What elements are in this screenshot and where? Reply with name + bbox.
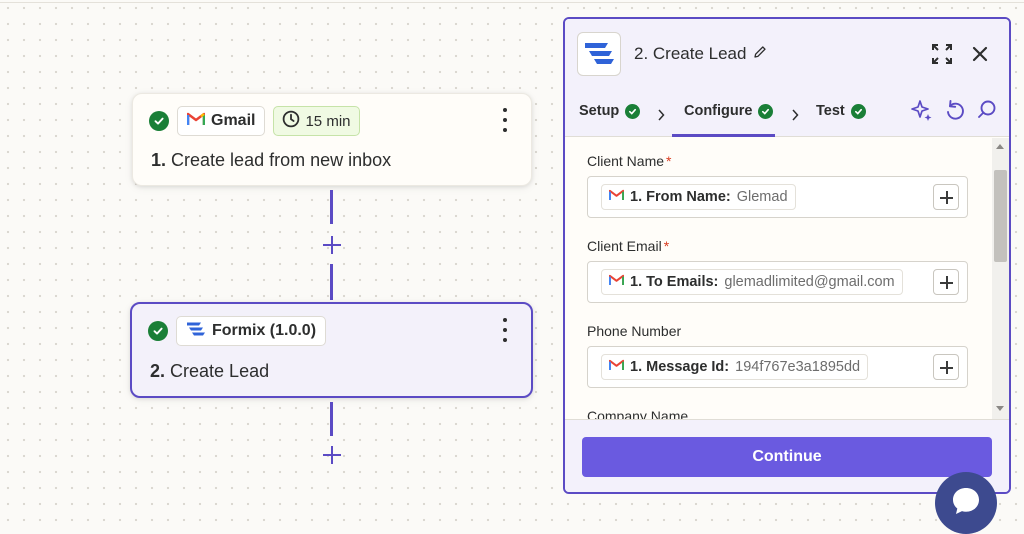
check-circle-icon bbox=[148, 321, 168, 341]
pill-value: Glemad bbox=[736, 189, 788, 205]
step-name: Create lead from new inbox bbox=[171, 150, 392, 170]
pill-value: glemadlimited@gmail.com bbox=[724, 274, 895, 290]
kebab-menu-icon[interactable] bbox=[501, 318, 509, 342]
gmail-icon bbox=[608, 274, 625, 290]
undo-icon[interactable] bbox=[945, 99, 965, 126]
gmail-icon bbox=[186, 112, 206, 131]
clock-icon bbox=[282, 110, 300, 132]
phone-number-field[interactable]: 1. Message Id: 194f767e3a1895dd bbox=[587, 346, 968, 388]
step-editor-panel: 2. Create Lead Setup Configure Test Clie… bbox=[563, 17, 1011, 494]
step-number: 2. bbox=[150, 361, 166, 381]
gmail-icon bbox=[608, 359, 625, 375]
form-scrollbar[interactable] bbox=[992, 138, 1009, 419]
scroll-up-icon[interactable] bbox=[996, 144, 1004, 149]
tab-label: Test bbox=[816, 103, 845, 119]
step-number: 1. bbox=[151, 150, 167, 170]
app-name: Formix (1.0.0) bbox=[212, 322, 317, 339]
pill-source: 1. To Emails: bbox=[630, 274, 719, 290]
mapped-value-pill[interactable]: 1. To Emails: glemadlimited@gmail.com bbox=[601, 269, 903, 295]
step-card-2[interactable]: Formix (1.0.0) 2. Create Lead bbox=[130, 302, 533, 398]
continue-button[interactable]: Continue bbox=[582, 437, 992, 477]
company-name-label: Company Name bbox=[587, 408, 688, 419]
sparkle-icon[interactable] bbox=[911, 99, 933, 126]
add-step-plus-icon[interactable] bbox=[321, 234, 343, 256]
required-marker: * bbox=[663, 238, 670, 254]
client-name-field[interactable]: 1. From Name: Glemad bbox=[587, 176, 968, 218]
kebab-menu-icon[interactable] bbox=[501, 108, 509, 132]
tab-configure[interactable]: Configure bbox=[684, 103, 774, 119]
app-chip-gmail[interactable]: Gmail bbox=[177, 106, 266, 136]
app-name: Gmail bbox=[211, 112, 256, 129]
tab-setup[interactable]: Setup bbox=[579, 103, 641, 119]
expand-icon[interactable] bbox=[931, 43, 953, 70]
formix-logo-icon bbox=[577, 32, 621, 76]
pill-source: 1. Message Id: bbox=[630, 359, 730, 375]
mapped-value-pill[interactable]: 1. Message Id: 194f767e3a1895dd bbox=[601, 354, 869, 380]
panel-header: 2. Create Lead bbox=[565, 19, 1009, 91]
pill-source: 1. From Name: bbox=[630, 189, 731, 205]
close-icon[interactable] bbox=[971, 45, 989, 68]
insert-data-plus-icon[interactable] bbox=[933, 354, 959, 380]
step-name: Create Lead bbox=[170, 361, 270, 381]
step-1-header: Gmail 15 min bbox=[149, 106, 360, 136]
scroll-thumb[interactable] bbox=[994, 170, 1007, 262]
scroll-down-icon[interactable] bbox=[996, 406, 1004, 411]
step-card-1[interactable]: Gmail 15 min 1. Create lead from new inb… bbox=[132, 93, 532, 186]
field-label-text: Client Email bbox=[587, 238, 662, 254]
delay-chip[interactable]: 15 min bbox=[273, 106, 360, 136]
step-2-title: 2. Create Lead bbox=[150, 361, 269, 382]
check-circle-icon bbox=[758, 103, 774, 119]
search-icon[interactable] bbox=[977, 99, 997, 126]
connector-line bbox=[330, 190, 333, 224]
check-circle-icon bbox=[850, 103, 866, 119]
client-email-field[interactable]: 1. To Emails: glemadlimited@gmail.com bbox=[587, 261, 968, 303]
panel-title-text: 2. Create Lead bbox=[634, 44, 747, 63]
formix-logo-icon bbox=[186, 321, 206, 342]
panel-title: 2. Create Lead bbox=[634, 44, 767, 64]
tab-test[interactable]: Test bbox=[816, 103, 866, 119]
phone-number-label: Phone Number bbox=[587, 323, 681, 339]
pill-value: 194f767e3a1895dd bbox=[735, 359, 861, 375]
insert-data-plus-icon[interactable] bbox=[933, 184, 959, 210]
step-1-title: 1. Create lead from new inbox bbox=[151, 150, 391, 171]
tab-label: Configure bbox=[684, 103, 753, 119]
pencil-icon[interactable] bbox=[753, 44, 767, 64]
top-divider bbox=[0, 2, 1024, 3]
field-label-text: Client Name bbox=[587, 153, 665, 169]
step-tabs: Setup Configure Test bbox=[565, 91, 1009, 137]
step-2-header: Formix (1.0.0) bbox=[148, 316, 327, 346]
required-marker: * bbox=[666, 153, 672, 169]
chat-support-button[interactable] bbox=[935, 472, 997, 534]
connector-line bbox=[330, 264, 333, 300]
check-circle-icon bbox=[625, 103, 641, 119]
connector-line bbox=[330, 402, 333, 436]
mapped-value-pill[interactable]: 1. From Name: Glemad bbox=[601, 184, 796, 210]
delay-value: 15 min bbox=[305, 112, 351, 130]
chat-icon bbox=[949, 484, 983, 523]
app-chip-formix[interactable]: Formix (1.0.0) bbox=[176, 316, 327, 346]
chevron-right-icon bbox=[791, 108, 799, 124]
configure-form: Client Name * 1. From Name: Glemad Client… bbox=[565, 138, 989, 419]
field-label-text: Company Name bbox=[587, 408, 689, 419]
chevron-right-icon bbox=[657, 108, 665, 124]
gmail-icon bbox=[608, 189, 625, 205]
client-email-label: Client Email * bbox=[587, 238, 669, 254]
add-step-plus-icon[interactable] bbox=[321, 444, 343, 466]
active-tab-indicator bbox=[672, 134, 775, 137]
tab-label: Setup bbox=[579, 103, 620, 119]
field-label-text: Phone Number bbox=[587, 323, 682, 339]
check-circle-icon bbox=[149, 111, 169, 131]
insert-data-plus-icon[interactable] bbox=[933, 269, 959, 295]
client-name-label: Client Name * bbox=[587, 153, 671, 169]
